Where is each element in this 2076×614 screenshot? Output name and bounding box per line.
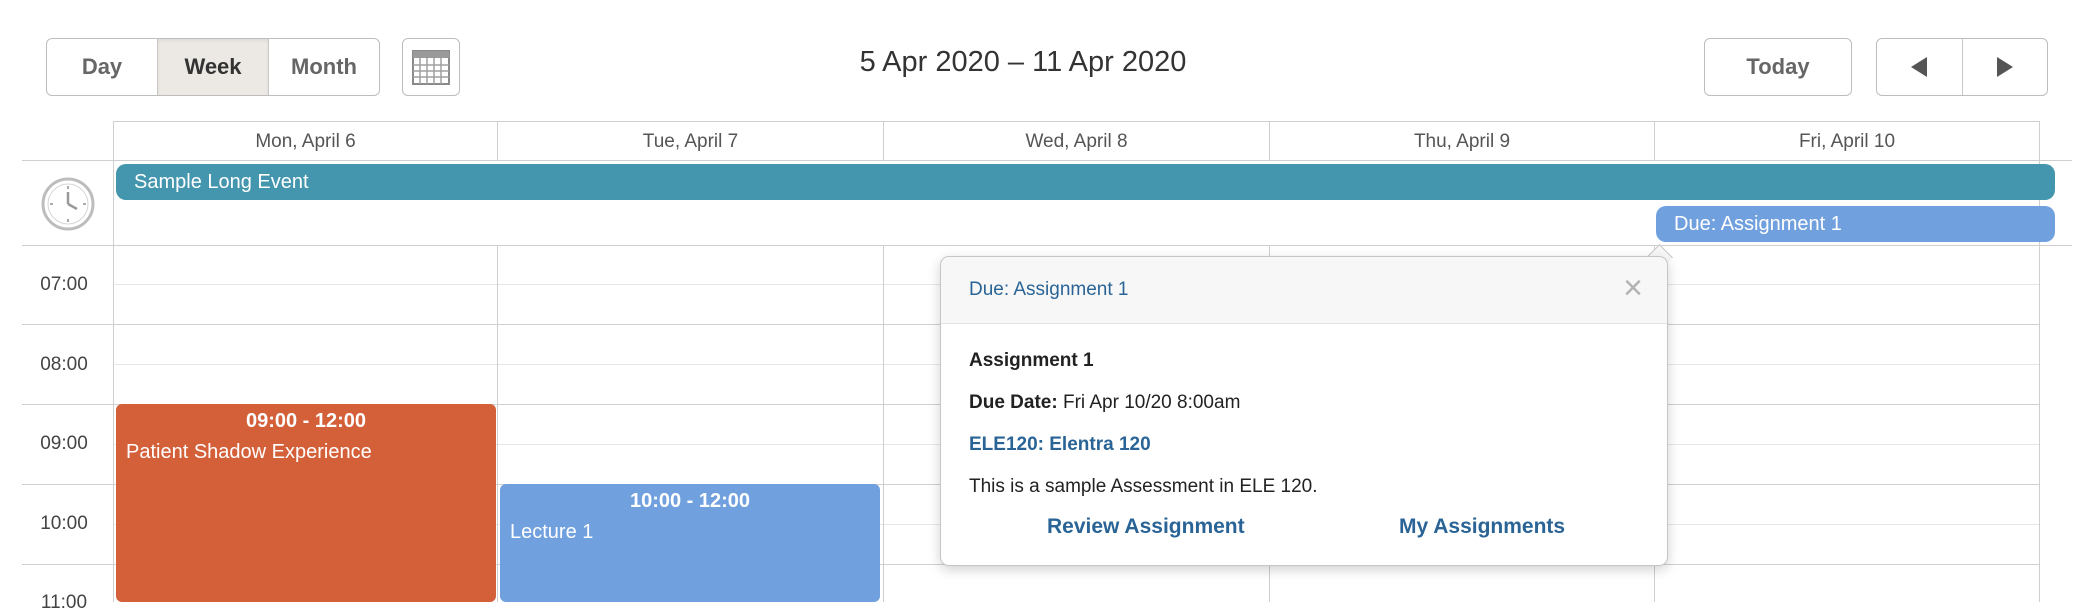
event-sample-long-event[interactable]: Sample Long Event <box>116 164 2055 200</box>
month-view-button[interactable]: Month <box>269 39 379 95</box>
event-title: Patient Shadow Experience <box>126 441 372 463</box>
nav-button-group <box>1876 38 2048 96</box>
due-date-value: Fri Apr 10/20 8:00am <box>1062 392 1241 413</box>
event-time: 10:00 - 12:00 <box>629 490 751 512</box>
day-view-button[interactable]: Day <box>47 39 158 95</box>
my-assignments-link[interactable]: My Assignments <box>1399 515 1565 539</box>
review-assignment-link[interactable]: Review Assignment <box>1047 515 1245 539</box>
next-week-button[interactable] <box>1961 39 2048 95</box>
grid-line <box>497 245 498 602</box>
triangle-right-icon <box>1996 57 2013 77</box>
due-date-line: Due Date: Fri Apr 10/20 8:00am <box>969 392 1639 414</box>
triangle-left-icon <box>1911 57 1928 77</box>
time-label: 11:00 <box>40 592 88 613</box>
time-label: 07:00 <box>40 274 88 295</box>
day-header-thu: Thu, April 9 <box>1413 131 1511 152</box>
day-header-mon: Mon, April 6 <box>255 131 356 152</box>
due-date-label: Due Date: <box>969 392 1058 413</box>
course-link[interactable]: ELE120: Elentra 120 <box>969 434 1639 456</box>
time-label: 10:00 <box>40 513 88 534</box>
grid-line <box>883 245 884 602</box>
previous-week-button[interactable] <box>1877 39 1962 95</box>
grid-line <box>113 121 114 602</box>
event-popover: Due: Assignment 1 × Assignment 1 Due Dat… <box>940 256 1668 566</box>
calendar-grid-icon <box>412 50 450 85</box>
calendar-picker-button[interactable] <box>402 38 460 96</box>
assignment-name: Assignment 1 <box>969 350 1094 371</box>
event-lecture-1[interactable]: 10:00 - 12:00 Lecture 1 <box>500 484 880 602</box>
popover-title: Due: Assignment 1 <box>969 279 1129 300</box>
event-time: 09:00 - 12:00 <box>245 410 367 432</box>
week-view-button[interactable]: Week <box>158 39 269 95</box>
event-due-assignment-1[interactable]: Due: Assignment 1 <box>1656 206 2055 242</box>
day-header-fri: Fri, April 10 <box>1798 131 1896 152</box>
time-label: 08:00 <box>40 354 88 375</box>
day-header-wed: Wed, April 8 <box>1025 131 1128 152</box>
event-title: Lecture 1 <box>510 521 594 543</box>
view-switcher: Day Week Month <box>46 38 380 96</box>
popover-body: Assignment 1 Due Date: Fri Apr 10/20 8:0… <box>941 324 1667 498</box>
popover-header: Due: Assignment 1 × <box>941 257 1667 324</box>
today-button[interactable]: Today <box>1704 38 1852 96</box>
date-range-title: 5 Apr 2020 – 11 Apr 2020 <box>859 46 1187 78</box>
grid-line <box>22 160 2072 161</box>
clock-icon <box>41 177 95 231</box>
event-patient-shadow-experience[interactable]: 09:00 - 12:00 Patient Shadow Experience <box>116 404 496 602</box>
assignment-description: This is a sample Assessment in ELE 120. <box>969 476 1318 497</box>
grid-line <box>22 245 2072 246</box>
time-label: 09:00 <box>40 433 88 454</box>
day-header-tue: Tue, April 7 <box>642 131 739 152</box>
grid-line <box>114 121 2040 122</box>
close-icon[interactable]: × <box>1623 271 1643 305</box>
